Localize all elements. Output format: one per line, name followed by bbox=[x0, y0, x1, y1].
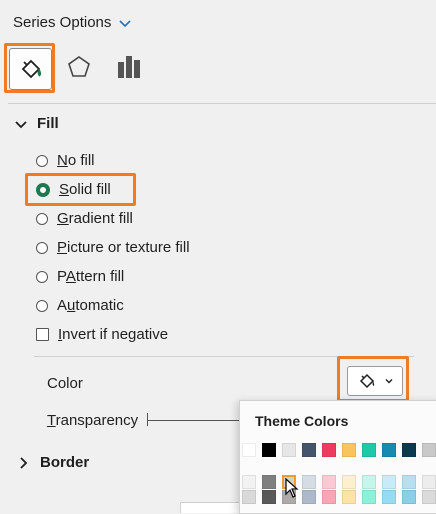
color-swatch[interactable] bbox=[302, 490, 316, 504]
color-swatch[interactable] bbox=[322, 475, 336, 489]
radio-pattern-fill[interactable]: PAttern fill bbox=[36, 268, 124, 285]
color-swatch[interactable] bbox=[362, 443, 376, 457]
color-swatch[interactable] bbox=[242, 475, 256, 489]
radio-button-selected[interactable] bbox=[36, 182, 50, 197]
color-swatch[interactable] bbox=[362, 475, 376, 489]
chevron-down-icon bbox=[119, 19, 131, 27]
transparency-slider-thumb[interactable] bbox=[147, 413, 148, 426]
color-label: Color bbox=[47, 375, 83, 392]
pentagon-icon bbox=[68, 56, 90, 77]
border-section-label: Border bbox=[40, 454, 90, 471]
radio-button[interactable] bbox=[36, 212, 48, 225]
panel-title-label: Series Options bbox=[13, 14, 112, 31]
radio-no-fill[interactable]: No fill bbox=[36, 152, 95, 169]
color-swatch[interactable] bbox=[302, 443, 316, 457]
transparency-label: Transparency bbox=[47, 412, 139, 429]
color-popup: Theme Colors bbox=[239, 400, 436, 514]
option-label: Gradient fill bbox=[57, 210, 133, 227]
color-swatch[interactable] bbox=[282, 443, 296, 457]
option-label: Invert if negative bbox=[58, 326, 169, 343]
theme-colors-title: Theme Colors bbox=[255, 413, 349, 429]
option-label: PAttern fill bbox=[57, 268, 125, 285]
radio-button[interactable] bbox=[36, 241, 48, 254]
radio-button[interactable] bbox=[36, 154, 48, 167]
color-swatch[interactable] bbox=[342, 443, 356, 457]
chevron-right-icon bbox=[20, 456, 28, 469]
checkbox[interactable] bbox=[36, 328, 49, 341]
tab-fill-line[interactable] bbox=[9, 48, 52, 90]
bar-chart-icon bbox=[118, 56, 140, 78]
radio-button[interactable] bbox=[36, 299, 48, 312]
option-label: No fill bbox=[57, 152, 95, 169]
color-swatch[interactable] bbox=[322, 443, 336, 457]
color-swatch[interactable] bbox=[362, 490, 376, 504]
color-swatch[interactable] bbox=[342, 490, 356, 504]
option-label: Picture or texture fill bbox=[57, 239, 190, 256]
option-label: Automatic bbox=[57, 297, 124, 314]
divider bbox=[8, 103, 436, 104]
fill-section-header[interactable]: Fill bbox=[14, 115, 59, 132]
color-swatch[interactable] bbox=[382, 475, 396, 489]
color-picker-button[interactable] bbox=[347, 366, 403, 396]
panel-title[interactable]: Series Options bbox=[13, 14, 131, 31]
color-swatch[interactable] bbox=[382, 490, 396, 504]
checkbox-invert-if-negative[interactable]: Invert if negative bbox=[36, 326, 168, 343]
color-swatch[interactable] bbox=[422, 490, 436, 504]
paint-bucket-icon bbox=[21, 59, 41, 79]
color-swatch[interactable] bbox=[402, 490, 416, 504]
color-swatch[interactable] bbox=[242, 490, 256, 504]
color-swatch[interactable] bbox=[262, 443, 276, 457]
radio-automatic[interactable]: Automatic bbox=[36, 297, 124, 314]
color-swatch[interactable] bbox=[242, 443, 256, 457]
chevron-down-icon bbox=[15, 120, 27, 128]
color-swatch[interactable] bbox=[262, 475, 276, 489]
paint-bucket-icon bbox=[359, 373, 374, 389]
chevron-down-icon bbox=[385, 379, 392, 384]
color-swatch[interactable] bbox=[402, 443, 416, 457]
tab-effects[interactable] bbox=[60, 44, 98, 90]
color-swatch[interactable] bbox=[262, 490, 276, 504]
option-label: Solid fill bbox=[59, 181, 111, 198]
color-swatch[interactable] bbox=[422, 443, 436, 457]
color-swatch[interactable] bbox=[302, 475, 316, 489]
border-section-header[interactable]: Border bbox=[18, 454, 89, 471]
fill-section-label: Fill bbox=[37, 115, 59, 132]
tab-series-options[interactable] bbox=[110, 44, 148, 90]
radio-picture-fill[interactable]: Picture or texture fill bbox=[36, 239, 190, 256]
mouse-cursor-icon bbox=[285, 478, 299, 498]
radio-gradient-fill[interactable]: Gradient fill bbox=[36, 210, 133, 227]
radio-button[interactable] bbox=[36, 270, 48, 283]
color-swatch[interactable] bbox=[422, 475, 436, 489]
color-swatch[interactable] bbox=[382, 443, 396, 457]
radio-solid-fill[interactable]: Solid fill bbox=[36, 181, 111, 198]
transparency-slider-track[interactable] bbox=[148, 420, 240, 421]
color-swatch[interactable] bbox=[322, 490, 336, 504]
color-swatch[interactable] bbox=[342, 475, 356, 489]
color-swatch[interactable] bbox=[402, 475, 416, 489]
